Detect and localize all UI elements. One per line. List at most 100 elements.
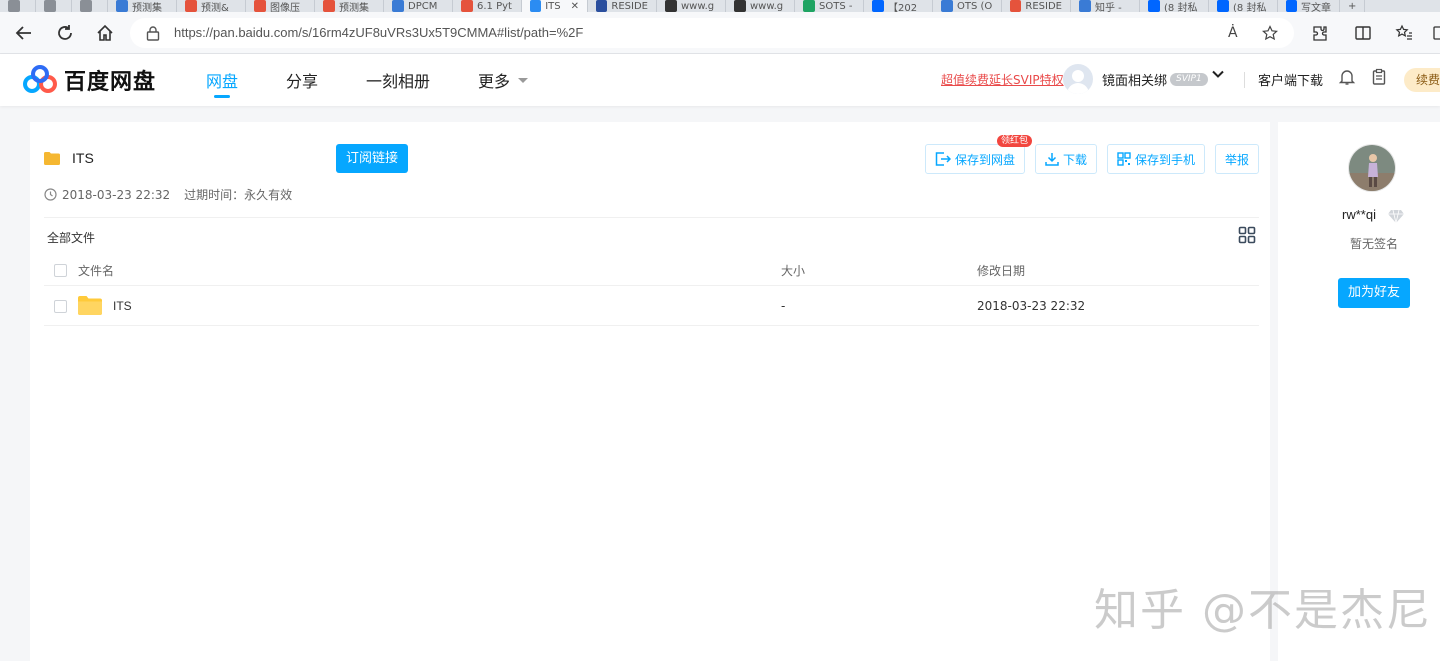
column-header-modified[interactable]: 修改日期 — [977, 262, 1025, 279]
nav-item-share[interactable]: 分享 — [286, 54, 318, 106]
redpack-badge[interactable]: 领红包 — [996, 135, 1032, 147]
read-aloud-icon[interactable]: Ȧ — [1228, 25, 1238, 41]
watermark: 知乎 @不是杰尼 — [1094, 585, 1432, 636]
share-panel: ITS 订阅链接 2018-03-23 22:32 过期时间：永久有效 保存到网… — [30, 122, 1270, 661]
browser-tab[interactable]: www.g — [726, 0, 795, 12]
bell-icon[interactable] — [1338, 68, 1358, 88]
search-icon — [941, 0, 953, 12]
browser-tab[interactable]: RESIDE — [588, 0, 657, 12]
file-size: - — [781, 299, 786, 313]
column-header-name[interactable]: 文件名 — [78, 262, 114, 279]
browser-tab[interactable]: OTS (O — [933, 0, 1002, 12]
back-icon[interactable] — [14, 23, 34, 43]
browser-tab[interactable]: (8 封私 — [1209, 0, 1278, 12]
browser-tab[interactable]: ITS ✕ — [522, 0, 588, 12]
browser-tab[interactable]: SOTS - — [795, 0, 864, 12]
browser-tab[interactable]: RESIDE — [1002, 0, 1071, 12]
browser-tab[interactable]: 图像压 — [246, 0, 315, 12]
browser-tab[interactable]: 写文章 — [1278, 0, 1340, 12]
row-checkbox[interactable] — [54, 300, 67, 313]
collections-icon[interactable] — [1428, 23, 1440, 43]
save-to-phone-button[interactable]: 保存到手机 — [1106, 144, 1205, 174]
split-screen-icon[interactable] — [1353, 23, 1373, 43]
nav-item-pan[interactable]: 网盘 — [206, 54, 238, 106]
new-tab-button[interactable]: + — [1340, 0, 1366, 12]
browser-tab-label: RESIDE — [1025, 0, 1062, 12]
browser-tab[interactable] — [72, 0, 108, 12]
add-friend-button[interactable]: 加为好友 — [1338, 278, 1410, 308]
search-icon — [392, 0, 404, 12]
nav-label: 分享 — [286, 72, 319, 91]
file-table-header: 文件名 大小 修改日期 — [44, 254, 1259, 286]
browser-tab[interactable]: 预测集 — [108, 0, 177, 12]
share-expiry: 过期时间：永久有效 — [184, 188, 293, 202]
search-icon — [1079, 0, 1091, 12]
favorites-icon[interactable] — [1394, 23, 1414, 43]
url-text[interactable]: https://pan.baidu.com/s/16rm4zUF8uVRs3Ux… — [174, 25, 583, 40]
favorite-star-icon[interactable] — [1262, 25, 1278, 45]
browser-tab[interactable] — [0, 0, 36, 12]
report-button[interactable]: 举报 — [1214, 144, 1259, 174]
user-avatar[interactable] — [1063, 64, 1093, 94]
diamond-icon — [1388, 208, 1404, 224]
chevron-down-icon[interactable] — [1212, 68, 1224, 84]
sharer-username: rw**qi — [1342, 207, 1376, 222]
grid-view-icon[interactable] — [1238, 226, 1256, 244]
caret-down-icon — [518, 77, 529, 83]
lock-icon[interactable] — [146, 25, 160, 41]
address-bar[interactable]: https://pan.baidu.com/s/16rm4zUF8uVRs3Ux… — [130, 18, 1294, 48]
client-download-link[interactable]: 客户端下载 — [1258, 70, 1323, 89]
user-name[interactable]: 镜面相关绑 — [1102, 70, 1167, 89]
close-tab-icon[interactable]: ✕ — [571, 1, 579, 12]
nav-item-yike-album[interactable]: 一刻相册 — [366, 54, 430, 106]
renew-button[interactable]: 续费 — [1404, 68, 1440, 92]
browser-tab[interactable]: DPCM — [384, 0, 453, 12]
nav-label: 一刻相册 — [366, 72, 431, 91]
browser-tab[interactable]: 6.1 Pyt — [453, 0, 522, 12]
folder-icon — [44, 151, 60, 165]
refresh-icon[interactable] — [55, 23, 75, 43]
share-title-row: ITS — [44, 150, 94, 166]
clock-icon — [44, 188, 57, 201]
browser-tab[interactable]: 【202 — [864, 0, 933, 12]
browser-tab-label: 预测集 — [339, 2, 369, 13]
browser-tab[interactable]: 知乎 - — [1071, 0, 1140, 12]
file-name[interactable]: ITS — [113, 299, 132, 313]
logo-text: 百度网盘 — [64, 70, 157, 95]
save-to-pan-button[interactable]: 保存到网盘 领红包 — [924, 135, 1032, 174]
clipboard-icon[interactable] — [1370, 68, 1390, 88]
svip-promo-link[interactable]: 超值续费延长SVIP特权 — [941, 71, 1064, 88]
baidu-pan-logo[interactable]: 百度网盘 — [22, 64, 156, 96]
svip-level-badge: SVIP1 — [1170, 73, 1208, 86]
browser-tab[interactable]: (8 封私 — [1140, 0, 1209, 12]
table-row[interactable]: ITS - 2018-03-23 22:32 — [44, 288, 1259, 326]
browser-tab[interactable]: 预测集 — [315, 0, 384, 12]
download-button[interactable]: 下载 — [1034, 144, 1097, 174]
header-divider — [1244, 72, 1245, 88]
zhihu-icon — [872, 0, 884, 12]
browser-tab[interactable]: www.g — [657, 0, 726, 12]
browser-tab-label: 6.1 Pyt — [477, 0, 512, 12]
subscribe-link-button[interactable]: 订阅链接 — [336, 144, 409, 173]
browser-tab-label: 图像压 — [270, 2, 300, 13]
sharer-avatar[interactable] — [1348, 144, 1396, 192]
share-created-time: 2018-03-23 22:32 — [62, 187, 171, 202]
folder-icon[interactable] — [78, 296, 102, 315]
browser-tab-label: 写文章 — [1301, 2, 1331, 13]
main-nav: 网盘 分享 一刻相册 更多 — [206, 54, 576, 106]
browser-tab-label: (8 封私 — [1233, 2, 1267, 13]
nav-item-more[interactable]: 更多 — [478, 54, 529, 106]
home-icon[interactable] — [95, 23, 115, 43]
column-header-size[interactable]: 大小 — [781, 262, 805, 279]
browser-tab[interactable] — [36, 0, 72, 12]
breadcrumb[interactable]: 全部文件 — [47, 229, 95, 246]
select-all-checkbox[interactable] — [54, 264, 67, 277]
browser-tab-label: (8 封私 — [1164, 2, 1198, 13]
browser-tab-label: 预测& — [201, 2, 229, 13]
download-icon — [1045, 153, 1059, 166]
extensions-icon[interactable] — [1310, 23, 1330, 43]
browser-tab[interactable]: 预测& — [177, 0, 246, 12]
browser-tab-label: 预测集 — [132, 2, 162, 13]
section-divider — [44, 217, 1259, 218]
drive-icon — [803, 0, 815, 12]
